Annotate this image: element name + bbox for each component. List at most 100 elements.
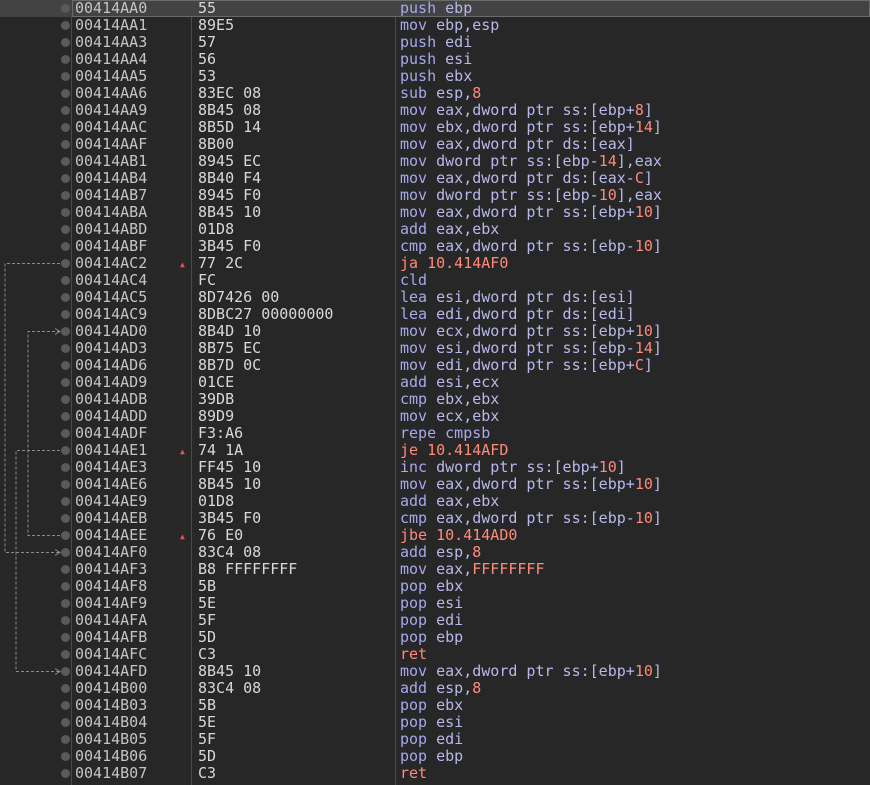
- instruction-row[interactable]: 00414B05 5F pop edi: [0, 731, 870, 748]
- instruction-row[interactable]: 00414ABF 3B45 F0 cmp eax,dword ptr ss:[ebp…: [0, 238, 870, 255]
- breakpoint-dot-icon[interactable]: [61, 361, 70, 370]
- instruction-row[interactable]: 00414AE9 01D8 add eax,ebx: [0, 493, 870, 510]
- breakpoint-dot-icon[interactable]: [61, 378, 70, 387]
- operand-number: 14: [634, 118, 653, 136]
- instruction-address: 00414AFC: [75, 645, 148, 663]
- breakpoint-dot-icon[interactable]: [61, 650, 70, 659]
- breakpoint-dot-icon[interactable]: [61, 21, 70, 30]
- instruction-row[interactable]: 00414AAF 8B00 mov eax,dword ptr ds:[eax]: [0, 136, 870, 153]
- breakpoint-dot-icon[interactable]: [61, 191, 70, 200]
- breakpoint-dot-icon[interactable]: [61, 548, 70, 557]
- breakpoint-dot-icon[interactable]: [61, 633, 70, 642]
- breakpoint-dot-icon[interactable]: [61, 735, 70, 744]
- disassembly-view[interactable]: 00414AA0 55 push ebp 00414AA1 89E5 mov ebp,es…: [0, 0, 870, 785]
- instruction-row[interactable]: 00414AE6 8B45 10 mov eax,dword ptr ss:[ebp…: [0, 476, 870, 493]
- breakpoint-dot-icon[interactable]: [61, 310, 70, 319]
- instruction-row[interactable]: 00414AA9 8B45 08 mov eax,dword ptr ss:[ebp…: [0, 102, 870, 119]
- instruction-row[interactable]: 00414B04 5E pop esi: [0, 714, 870, 731]
- breakpoint-dot-icon[interactable]: [61, 599, 70, 608]
- instruction-row[interactable]: 00414B06 5D pop ebp: [0, 748, 870, 765]
- instruction-row[interactable]: 00414AA5 53 push ebx: [0, 68, 870, 85]
- instruction-row[interactable]: 00414AF8 5B pop ebx: [0, 578, 870, 595]
- breakpoint-dot-icon[interactable]: [61, 582, 70, 591]
- breakpoint-dot-icon[interactable]: [61, 395, 70, 404]
- instruction-row[interactable]: 00414AC2 ▲ 77 2C ja 10.414AF0: [0, 255, 870, 272]
- breakpoint-dot-icon[interactable]: [61, 463, 70, 472]
- instruction-row[interactable]: 00414AD9 01CE add esi,ecx: [0, 374, 870, 391]
- mnemonic: pop: [400, 594, 428, 612]
- instruction-text: mov dword ptr ss:[ebp-10],eax: [400, 187, 662, 204]
- breakpoint-dot-icon[interactable]: [61, 293, 70, 302]
- mnemonic: sub: [400, 84, 428, 102]
- breakpoint-dot-icon[interactable]: [61, 208, 70, 217]
- instruction-row[interactable]: 00414AAC 8B5D 14 mov ebx,dword ptr ss:[ebp…: [0, 119, 870, 136]
- instruction-row[interactable]: 00414AA0 55 push ebp: [0, 0, 870, 17]
- breakpoint-dot-icon[interactable]: [61, 174, 70, 183]
- breakpoint-dot-icon[interactable]: [61, 752, 70, 761]
- instruction-row[interactable]: 00414AFC C3 ret: [0, 646, 870, 663]
- instruction-row[interactable]: 00414AF0 83C4 08 add esp,8: [0, 544, 870, 561]
- breakpoint-dot-icon[interactable]: [61, 684, 70, 693]
- instruction-row[interactable]: 00414ADF F3:A6 repe cmpsb: [0, 425, 870, 442]
- breakpoint-dot-icon[interactable]: [61, 480, 70, 489]
- instruction-row[interactable]: 00414ABA 8B45 10 mov eax,dword ptr ss:[ebp…: [0, 204, 870, 221]
- instruction-row[interactable]: 00414AA6 83EC 08 sub esp,8: [0, 85, 870, 102]
- instruction-row[interactable]: 00414AE3 FF45 10 inc dword ptr ss:[ebp+10]: [0, 459, 870, 476]
- instruction-row[interactable]: 00414AFB 5D pop ebp: [0, 629, 870, 646]
- instruction-row[interactable]: 00414AD6 8B7D 0C mov edi,dword ptr ss:[ebp…: [0, 357, 870, 374]
- breakpoint-dot-icon[interactable]: [61, 565, 70, 574]
- breakpoint-dot-icon[interactable]: [61, 412, 70, 421]
- breakpoint-dot-icon[interactable]: [61, 429, 70, 438]
- instruction-row[interactable]: 00414ADB 39DB cmp ebx,ebx: [0, 391, 870, 408]
- instruction-row[interactable]: 00414AC4 FC cld: [0, 272, 870, 289]
- instruction-row[interactable]: 00414AEE ▲ 76 E0 jbe 10.414AD0: [0, 527, 870, 544]
- instruction-row[interactable]: 00414AC5 8D7426 00 lea esi,dword ptr ds:[e…: [0, 289, 870, 306]
- instruction-row[interactable]: 00414AE1 ▲ 74 1A je 10.414AFD: [0, 442, 870, 459]
- breakpoint-dot-icon[interactable]: [61, 446, 70, 455]
- breakpoint-dot-icon[interactable]: [61, 701, 70, 710]
- breakpoint-dot-icon[interactable]: [61, 514, 70, 523]
- instruction-row[interactable]: 00414AD0 8B4D 10 mov ecx,dword ptr ss:[ebp…: [0, 323, 870, 340]
- breakpoint-dot-icon[interactable]: [61, 242, 70, 251]
- instruction-row[interactable]: 00414B00 83C4 08 add esp,8: [0, 680, 870, 697]
- breakpoint-dot-icon[interactable]: [61, 4, 70, 13]
- instruction-row[interactable]: 00414AF3 B8 FFFFFFFF mov eax,FFFFFFFF: [0, 561, 870, 578]
- instruction-row[interactable]: 00414AA3 57 push edi: [0, 34, 870, 51]
- instruction-row[interactable]: 00414AFA 5F pop edi: [0, 612, 870, 629]
- breakpoint-dot-icon[interactable]: [61, 123, 70, 132]
- breakpoint-dot-icon[interactable]: [61, 106, 70, 115]
- breakpoint-dot-icon[interactable]: [61, 718, 70, 727]
- breakpoint-dot-icon[interactable]: [61, 531, 70, 540]
- instruction-row[interactable]: 00414AD3 8B75 EC mov esi,dword ptr ss:[ebp…: [0, 340, 870, 357]
- instruction-row[interactable]: 00414B03 5B pop ebx: [0, 697, 870, 714]
- instruction-row[interactable]: 00414AF9 5E pop esi: [0, 595, 870, 612]
- breakpoint-dot-icon[interactable]: [61, 157, 70, 166]
- instruction-row[interactable]: 00414AC9 8DBC27 00000000 lea edi,dword ptr…: [0, 306, 870, 323]
- breakpoint-dot-icon[interactable]: [61, 72, 70, 81]
- instruction-row[interactable]: 00414AB1 8945 EC mov dword ptr ss:[ebp-14]…: [0, 153, 870, 170]
- breakpoint-dot-icon[interactable]: [61, 667, 70, 676]
- instruction-row[interactable]: 00414AB7 8945 F0 mov dword ptr ss:[ebp-10]…: [0, 187, 870, 204]
- breakpoint-dot-icon[interactable]: [61, 55, 70, 64]
- instruction-row[interactable]: 00414B07 C3 ret: [0, 765, 870, 782]
- breakpoint-dot-icon[interactable]: [61, 327, 70, 336]
- breakpoint-dot-icon[interactable]: [61, 276, 70, 285]
- instruction-row[interactable]: 00414AFD 8B45 10 mov eax,dword ptr ss:[ebp…: [0, 663, 870, 680]
- instruction-row[interactable]: 00414ABD 01D8 add eax,ebx: [0, 221, 870, 238]
- breakpoint-dot-icon[interactable]: [61, 89, 70, 98]
- breakpoint-dot-icon[interactable]: [61, 344, 70, 353]
- instruction-row[interactable]: 00414ADD 89D9 mov ecx,ebx: [0, 408, 870, 425]
- instruction-row[interactable]: 00414AEB 3B45 F0 cmp eax,dword ptr ss:[ebp…: [0, 510, 870, 527]
- instruction-row[interactable]: 00414AB4 8B40 F4 mov eax,dword ptr ds:[eax…: [0, 170, 870, 187]
- breakpoint-dot-icon[interactable]: [61, 225, 70, 234]
- breakpoint-dot-icon[interactable]: [61, 259, 70, 268]
- instruction-row[interactable]: 00414AA4 56 push esi: [0, 51, 870, 68]
- breakpoint-dot-icon[interactable]: [61, 616, 70, 625]
- breakpoint-dot-icon[interactable]: [61, 769, 70, 778]
- breakpoint-dot-icon[interactable]: [61, 497, 70, 506]
- breakpoint-dot-icon[interactable]: [61, 140, 70, 149]
- instruction-address: 00414AFA: [75, 611, 148, 629]
- breakpoint-dot-icon[interactable]: [61, 38, 70, 47]
- instruction-bytes: 8945 EC: [198, 152, 262, 170]
- instruction-row[interactable]: 00414AA1 89E5 mov ebp,esp: [0, 17, 870, 34]
